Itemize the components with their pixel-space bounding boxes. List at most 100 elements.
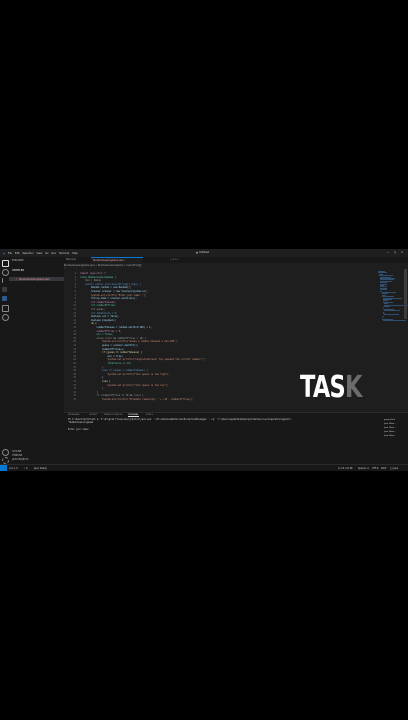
line-number: 35 — [73, 394, 76, 398]
terminal-item[interactable]: Java Debu... — [384, 435, 396, 437]
explorer-icon[interactable] — [2, 260, 9, 267]
code-line[interactable]: Run | Debug — [80, 279, 101, 282]
menu-go[interactable]: Go — [45, 252, 48, 255]
code-line[interactable]: public static void main(String[] args) { — [80, 283, 141, 286]
code-line[interactable]: if (guess == numberToGuess) { — [80, 351, 142, 354]
line-number: 17 — [73, 329, 76, 333]
indentation[interactable]: Spaces: 4 — [358, 467, 369, 470]
close-icon[interactable]: ✕ — [399, 250, 405, 255]
code-line[interactable]: int totalScore = 0; — [80, 312, 117, 315]
terminal-item[interactable]: Java Debu... — [384, 423, 396, 425]
menu-help[interactable]: Help — [72, 252, 77, 255]
line-number: 5 — [74, 286, 76, 290]
code-line[interactable]: int guess; — [80, 308, 105, 311]
encoding[interactable]: UTF-8 — [372, 467, 378, 470]
tab-terminal[interactable]: TERMINAL — [128, 414, 139, 417]
code-line[interactable]: System.out.println("Your guess is too lo… — [80, 384, 169, 387]
code-line[interactable]: System.out.println("Congratulations! You… — [80, 358, 206, 361]
command-center[interactable]: ▲ Untitled — [196, 251, 209, 254]
menu-terminal[interactable]: Terminal — [59, 252, 69, 255]
code-line[interactable]: int numberToGuess; — [80, 301, 116, 304]
tab-output[interactable]: OUTPUT — [89, 414, 97, 416]
line-number: 13 — [73, 315, 76, 319]
file-tree-item-selected[interactable]: J NumberGuessingGame.java — [9, 277, 64, 281]
tab-problems[interactable]: PROBLEMS — [68, 414, 79, 416]
code-line[interactable]: boolean win = false; — [80, 315, 119, 318]
code-line[interactable]: } — [80, 366, 103, 369]
tab-welcome[interactable]: Welcome — [64, 257, 92, 263]
outline-section[interactable]: OUTLINE — [12, 450, 22, 453]
tab-ports[interactable]: PORTS — [146, 414, 153, 416]
minimap-line — [382, 320, 406, 321]
code-line[interactable]: Random random = new Random(); — [80, 286, 131, 289]
menu-edit[interactable]: Edit — [15, 252, 20, 255]
java-projects-icon[interactable] — [2, 314, 9, 321]
remote-indicator-icon[interactable] — [0, 465, 7, 471]
terminal-item[interactable]: Java Debu... — [384, 431, 396, 433]
folder-untitled[interactable]: UNTITLED — [12, 269, 24, 272]
line-number: 27 — [73, 365, 76, 369]
code-line[interactable]: while (!win && numberOfTries < 10) { — [80, 337, 147, 340]
minimize-icon[interactable]: – — [385, 250, 391, 255]
code-line[interactable]: int numberOfTries; — [80, 304, 116, 307]
line-number: 28 — [73, 369, 76, 373]
code-line[interactable]: win = true; — [80, 355, 123, 358]
code-line[interactable]: System.out.println("Guess a number betwe… — [80, 340, 178, 343]
code-line[interactable]: numberOfTries++; — [80, 348, 124, 351]
ports-count[interactable]: ⑂ 0 — [24, 467, 27, 470]
code-line[interactable]: Scanner scanner = new Scanner(System.in)… — [80, 290, 148, 293]
code-line[interactable]: System.out.println("Enter your name: "); — [80, 294, 146, 297]
line-number: 4 — [74, 282, 76, 286]
code-line[interactable]: } — [80, 387, 103, 390]
menu-view[interactable]: View — [37, 252, 43, 255]
tab-active-file[interactable]: NumberGuessingGame.java — [91, 257, 143, 264]
menu-selection[interactable]: Selection — [22, 252, 33, 255]
source-control-icon[interactable] — [2, 278, 8, 283]
code-line[interactable]: do { — [80, 322, 97, 325]
manage-gear-icon[interactable] — [2, 457, 9, 464]
line-number: 14 — [73, 318, 76, 322]
account-icon[interactable] — [2, 449, 9, 456]
maximize-icon[interactable]: □ — [392, 250, 398, 255]
code-line[interactable]: else if (guess < numberToGuess) { — [80, 369, 148, 372]
line-number: 8 — [74, 297, 76, 301]
editor-actions-icon[interactable]: ▷ ⚙ ⊟ ⋯ — [168, 257, 230, 263]
terminal-item[interactable]: powershell — [384, 419, 395, 421]
line-number: 19 — [73, 336, 76, 340]
menu-run[interactable]: Run — [52, 252, 57, 255]
code-line[interactable]: boolean playAgain; — [80, 319, 116, 322]
problems-count[interactable]: ⊗ 0 ⚠ 0 — [9, 467, 18, 470]
extensions-icon[interactable] — [2, 296, 7, 301]
code-line[interactable]: System.out.println("Your guess is too hi… — [80, 373, 170, 376]
code-line[interactable]: numberToGuess = random.nextInt(100) + 1; — [80, 326, 152, 329]
code-line[interactable]: totalScore += 10; — [80, 362, 132, 365]
breadcrumb[interactable]: NumberGuessingGame.java > NumberGuessing… — [64, 264, 408, 268]
code-line[interactable]: guess = scanner.nextInt(); — [80, 344, 138, 347]
code-line[interactable]: if (numberOfTries == 10 && !win) { — [80, 394, 144, 397]
editor-scrollbar[interactable] — [404, 269, 407, 319]
code-line[interactable]: } — [80, 391, 98, 394]
cursor-position[interactable]: Ln 23, Col 48 — [338, 467, 352, 470]
terminal-item[interactable]: Java Debu... — [384, 427, 396, 429]
code-line[interactable]: class NumberGuessingGame { — [80, 276, 116, 279]
code-line[interactable]: } — [80, 376, 103, 379]
terminal-prompt[interactable]: Enter your name: — [68, 428, 90, 431]
code-line[interactable]: numberOfTries = 0; — [80, 330, 122, 333]
timeline-section[interactable]: TIMELINE — [12, 454, 22, 457]
testing-icon[interactable] — [2, 305, 9, 312]
language-mode[interactable]: {} Java — [390, 467, 398, 470]
code-line[interactable]: else { — [80, 380, 110, 383]
java-status[interactable]: Java: Ready — [34, 467, 47, 470]
code-line[interactable]: String name = scanner.nextLine(); — [80, 297, 137, 300]
run-debug-icon[interactable] — [2, 287, 7, 292]
search-icon[interactable] — [2, 269, 9, 276]
code-line[interactable]: win = false; — [80, 333, 114, 336]
menu-file[interactable]: File — [8, 252, 12, 255]
line-endings[interactable]: CRLF — [381, 467, 387, 470]
tab-debug-console[interactable]: DEBUG CONSOLE — [104, 414, 122, 416]
code-line[interactable]: System.out.println("Attempts remaining: … — [80, 398, 193, 401]
java-projects-section[interactable]: JAVA PROJECTS — [12, 458, 28, 461]
code-line[interactable]: import java.util.*; — [80, 272, 106, 275]
caption-faded: K — [344, 370, 362, 405]
line-number: 11 — [73, 308, 76, 311]
